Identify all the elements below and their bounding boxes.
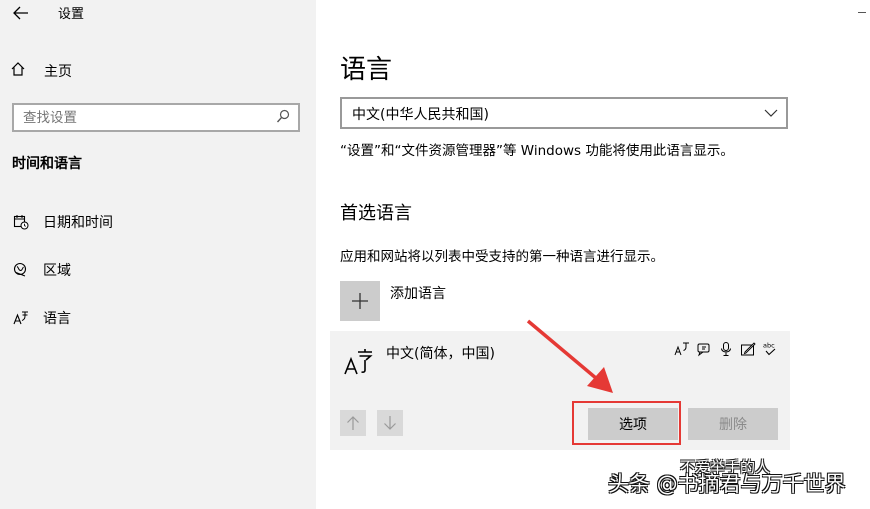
preferred-languages-title: 首选语言 — [340, 203, 412, 224]
watermark: 头条 @书摘君与万千世界 — [608, 472, 846, 496]
page-title: 语言 — [340, 55, 393, 85]
sidebar-item-date-time[interactable]: 日期和时间 — [12, 211, 302, 233]
svg-text:abc: abc — [763, 342, 775, 350]
minimize-icon[interactable] — [858, 12, 866, 13]
remove-button[interactable]: 删除 — [688, 408, 778, 440]
calendar-clock-icon — [12, 213, 30, 231]
home-icon — [10, 61, 32, 81]
display-language-icon — [674, 341, 690, 357]
language-name: 中文(简体，中国) — [386, 346, 495, 362]
move-up-button[interactable] — [340, 410, 366, 436]
add-language-label[interactable]: 添加语言 — [390, 283, 446, 303]
search-input[interactable] — [23, 108, 263, 128]
display-language-value: 中文(中华人民共和国) — [352, 107, 489, 123]
window-title: 设置 — [58, 7, 85, 22]
display-language-description: “设置”和“文件资源管理器”等 Windows 功能将使用此语言显示。 — [340, 143, 734, 159]
display-language-select[interactable]: 中文(中华人民共和国) — [340, 97, 788, 129]
search-icon[interactable] — [276, 109, 290, 125]
section-title: 时间和语言 — [12, 156, 82, 172]
sidebar-item-region[interactable]: 区域 — [12, 259, 302, 281]
sidebar: 设置 主页 时间和语言 日期和时间 区域 语言 — [0, 0, 316, 509]
nav-home-label: 主页 — [44, 64, 72, 80]
language-card[interactable]: 中文(简体，中国) abc 选项 删除 — [330, 331, 790, 450]
arrow-down-icon — [383, 415, 397, 431]
spellcheck-icon: abc — [762, 341, 778, 357]
language-feature-icons: abc — [674, 341, 778, 357]
handwriting-icon — [740, 341, 756, 357]
sidebar-item-label: 日期和时间 — [43, 215, 113, 231]
language-icon — [344, 347, 374, 377]
back-arrow-icon[interactable] — [10, 5, 32, 25]
speech-icon — [696, 341, 712, 357]
chevron-down-icon — [764, 105, 778, 119]
move-down-button[interactable] — [377, 410, 403, 436]
preferred-languages-description: 应用和网站将以列表中受支持的第一种语言进行显示。 — [340, 249, 664, 265]
search-box[interactable] — [12, 103, 300, 132]
annotation-highlight-box — [572, 401, 681, 445]
add-language-button[interactable] — [340, 281, 380, 321]
nav-home[interactable]: 主页 — [10, 60, 300, 82]
sidebar-item-label: 区域 — [43, 263, 71, 279]
language-icon — [12, 309, 30, 327]
plus-icon — [351, 292, 369, 310]
sidebar-item-language[interactable]: 语言 — [12, 307, 302, 329]
sidebar-item-label: 语言 — [43, 311, 71, 327]
microphone-icon — [718, 341, 734, 357]
globe-icon — [12, 261, 30, 279]
arrow-up-icon — [346, 415, 360, 431]
